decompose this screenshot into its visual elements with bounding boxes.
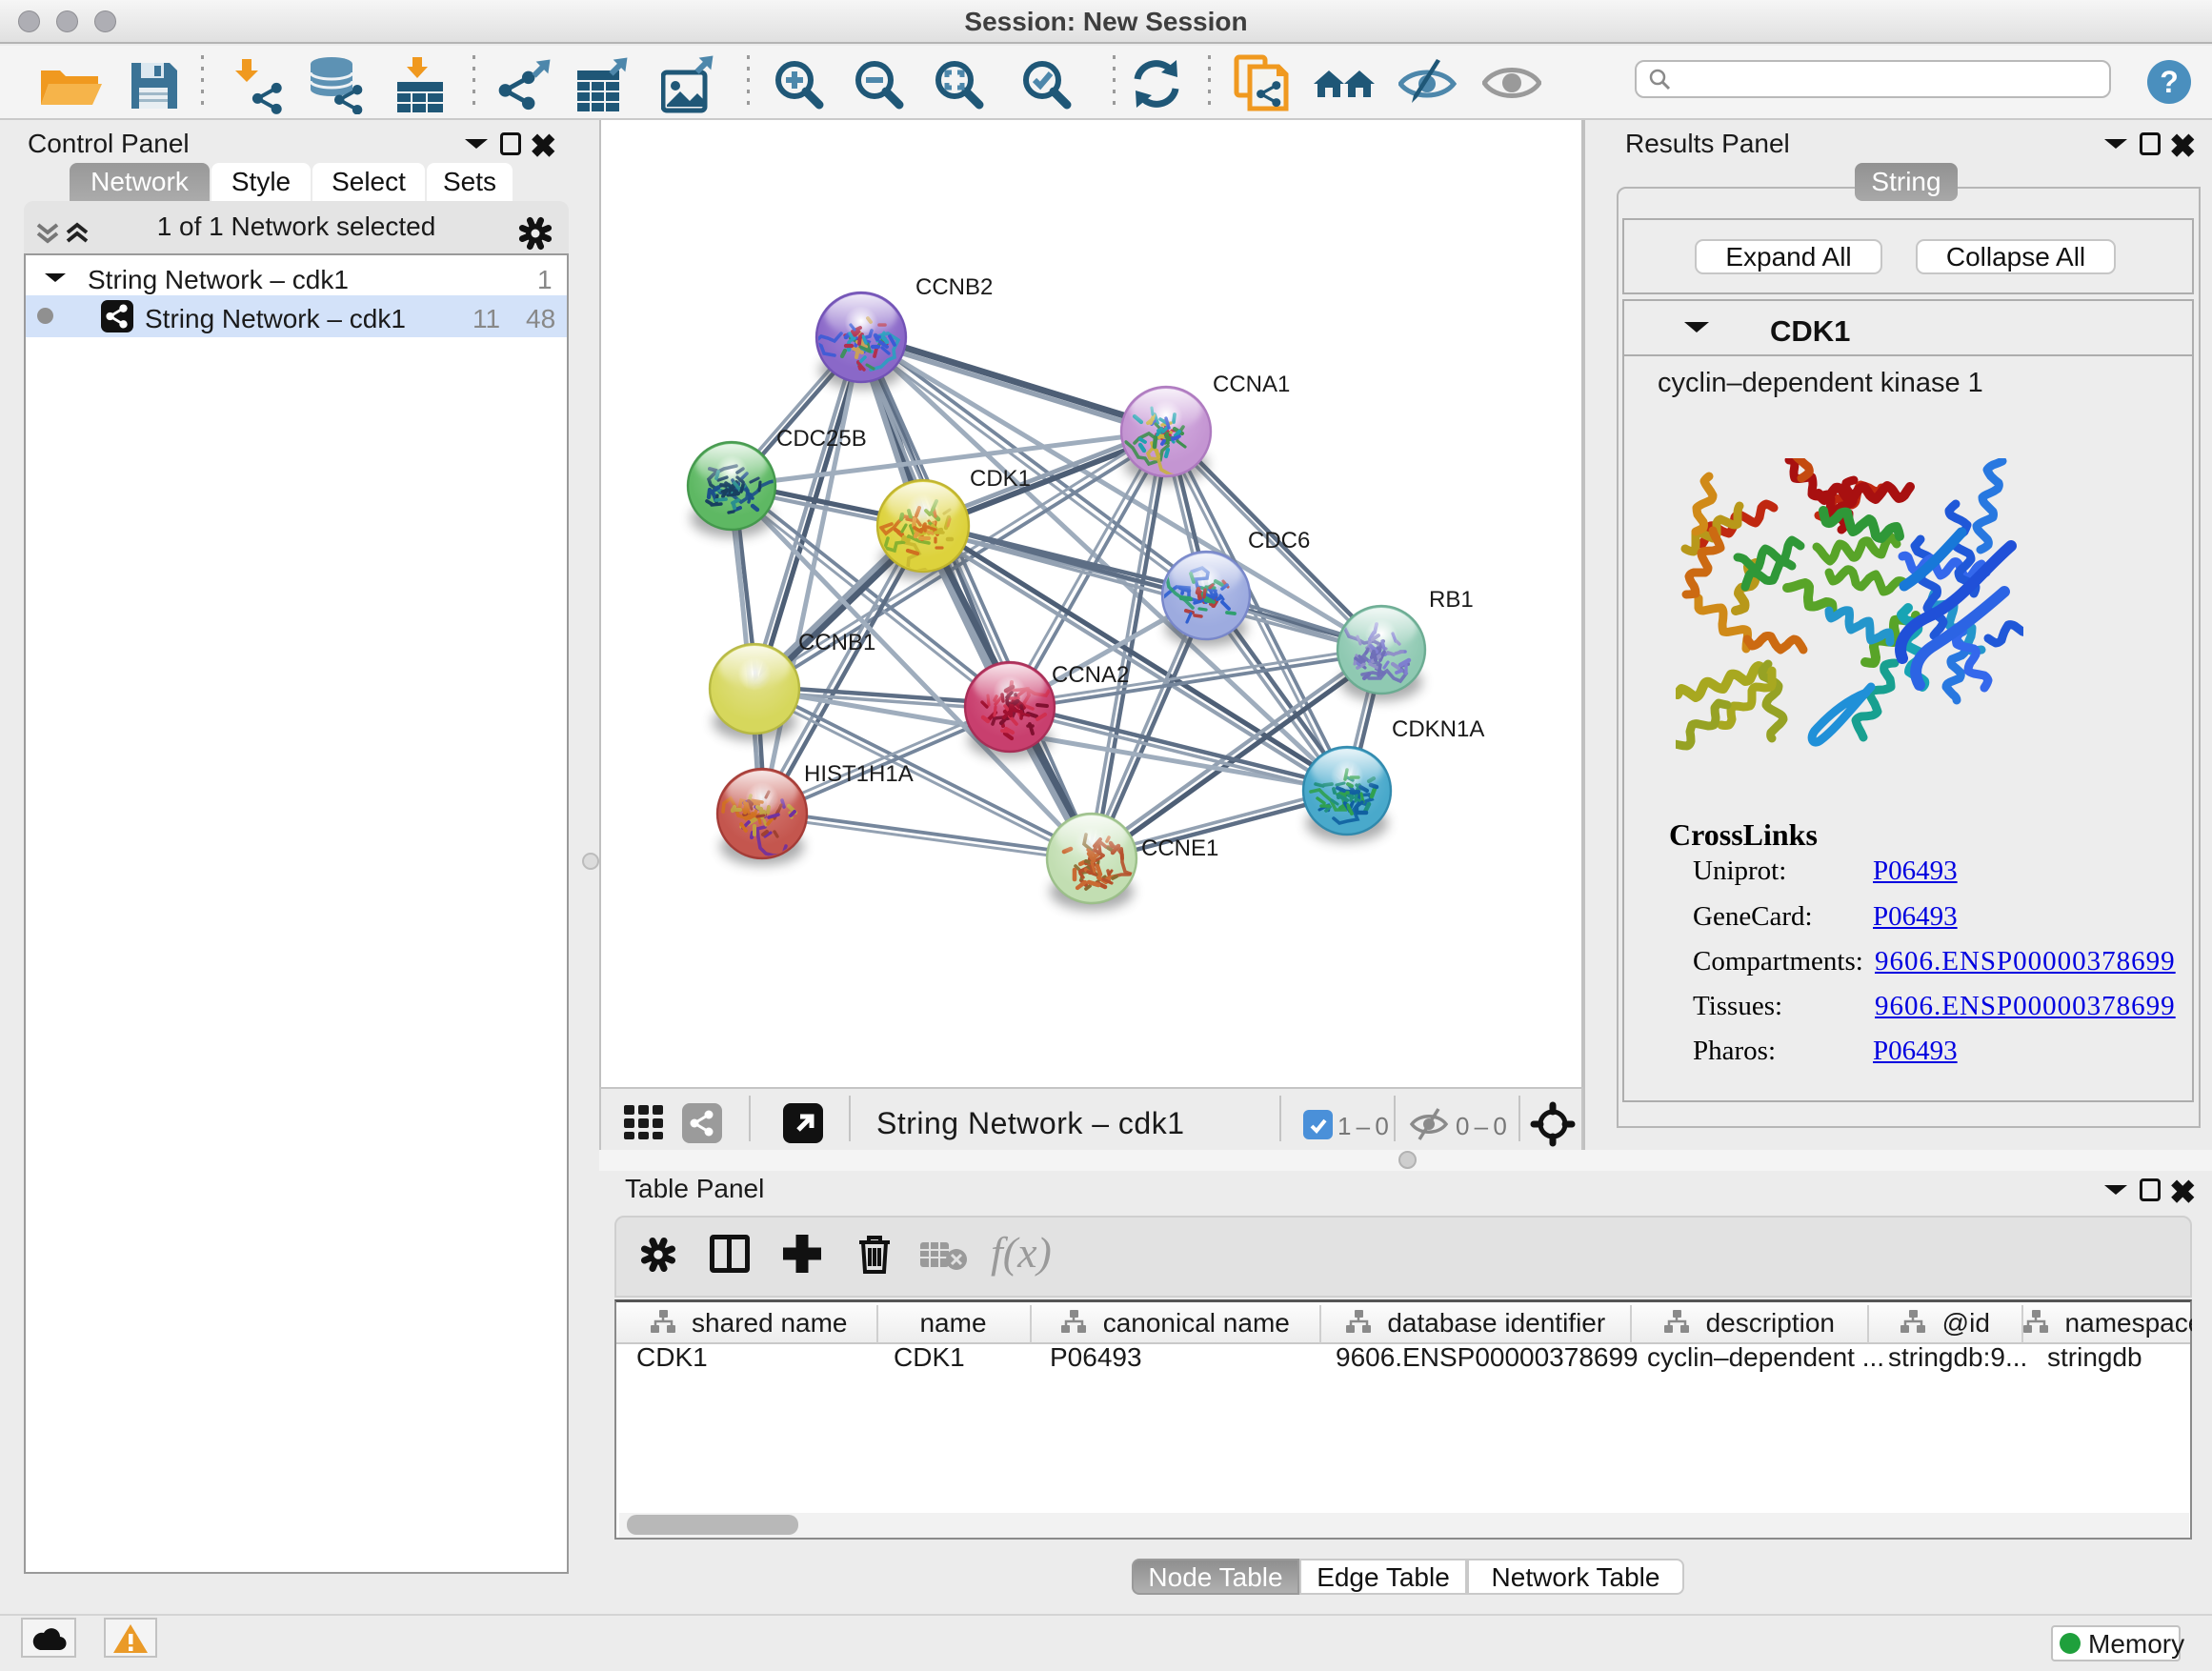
svg-text:CCNB1: CCNB1: [798, 630, 875, 655]
svg-text:CCNB2: CCNB2: [915, 274, 993, 300]
svg-text:RB1: RB1: [1429, 587, 1474, 613]
svg-text:CDK1: CDK1: [970, 466, 1031, 492]
svg-text:CCNA1: CCNA1: [1213, 372, 1290, 397]
svg-text:CDC6: CDC6: [1248, 528, 1310, 554]
svg-text:CDC25B: CDC25B: [776, 426, 867, 452]
svg-text:CCNA2: CCNA2: [1052, 662, 1129, 688]
svg-text:CDKN1A: CDKN1A: [1392, 716, 1484, 742]
svg-text:CCNE1: CCNE1: [1141, 836, 1218, 861]
svg-text:HIST1H1A: HIST1H1A: [804, 761, 914, 787]
